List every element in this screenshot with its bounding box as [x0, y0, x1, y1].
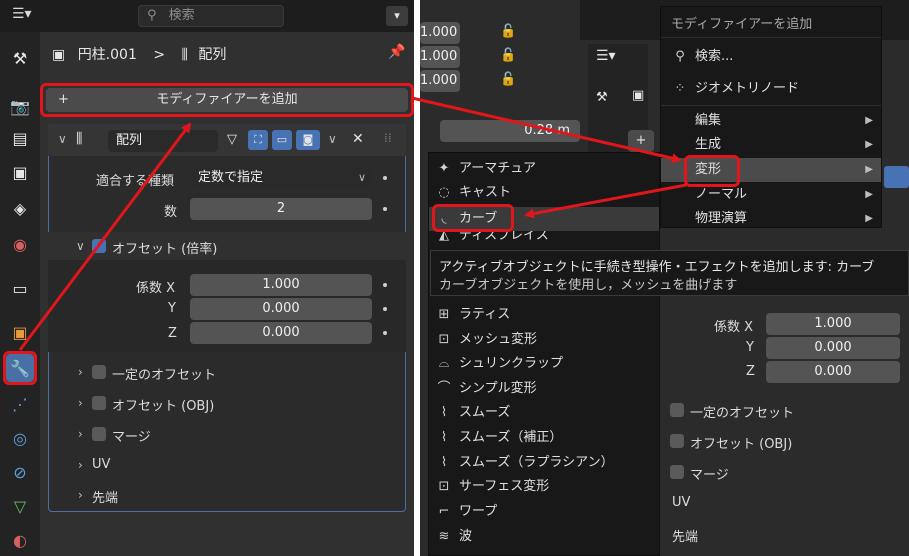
arrow-add-to-deform — [411, 96, 682, 164]
arrow-deform-to-curve — [524, 183, 687, 219]
annotation-arrows — [18, 96, 687, 351]
arrow-tab-to-add — [18, 122, 192, 351]
